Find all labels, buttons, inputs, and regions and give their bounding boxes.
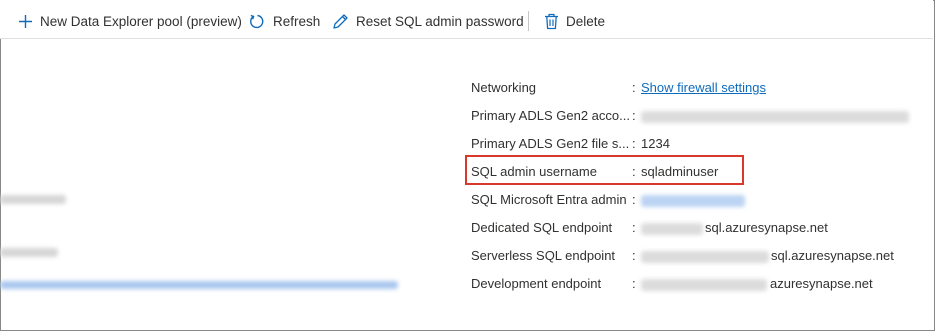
reset-sql-admin-password-label: Reset SQL admin password (356, 13, 524, 29)
redacted-endpoint-prefix (641, 279, 767, 291)
separator: : (632, 276, 636, 291)
dedicated-sql-endpoint-label: Dedicated SQL endpoint (471, 220, 613, 235)
new-data-explorer-pool-button[interactable]: New Data Explorer pool (preview) (18, 10, 242, 32)
separator: : (632, 164, 636, 179)
serverless-sql-endpoint-label: Serverless SQL endpoint (471, 248, 616, 263)
development-endpoint-value: azuresynapse.net (770, 276, 873, 291)
toolbar-divider (528, 11, 529, 31)
networking-label: Networking (471, 80, 537, 95)
redacted-adls-account-value (641, 111, 909, 123)
separator: : (632, 192, 636, 207)
command-bar: New Data Explorer pool (preview) Refresh… (0, 0, 933, 39)
separator: : (632, 108, 636, 123)
serverless-sql-endpoint-value: sql.azuresynapse.net (771, 248, 894, 263)
separator: : (632, 220, 636, 235)
sql-admin-username-label: SQL admin username (471, 164, 597, 179)
primary-adls-account-label: Primary ADLS Gen2 acco... (471, 108, 630, 123)
redacted-endpoint-prefix (641, 251, 769, 263)
refresh-button[interactable]: Refresh (249, 10, 320, 32)
primary-adls-file-system-label: Primary ADLS Gen2 file s... (471, 136, 630, 151)
delete-button[interactable]: Delete (544, 10, 605, 32)
sql-entra-admin-label: SQL Microsoft Entra admin (471, 192, 627, 207)
trash-icon (544, 13, 559, 30)
show-firewall-settings-link[interactable]: Show firewall settings (641, 80, 766, 95)
reset-sql-admin-password-button[interactable]: Reset SQL admin password (332, 10, 524, 32)
pencil-icon (332, 13, 349, 30)
adls-file-system-value: 1234 (641, 136, 670, 151)
redacted-entra-admin-link[interactable] (641, 195, 745, 207)
dedicated-sql-endpoint-value: sql.azuresynapse.net (705, 220, 828, 235)
plus-icon (18, 14, 33, 29)
redacted-left-value (0, 248, 58, 257)
separator: : (632, 248, 636, 263)
redacted-endpoint-prefix (641, 223, 703, 235)
sql-admin-username-value: sqladminuser (641, 164, 719, 179)
refresh-label: Refresh (273, 13, 321, 29)
separator: : (632, 80, 636, 95)
redacted-left-value (0, 195, 66, 204)
separator: : (632, 136, 636, 151)
new-data-explorer-pool-label: New Data Explorer pool (preview) (40, 13, 242, 29)
redacted-left-link[interactable] (0, 281, 398, 289)
delete-label: Delete (566, 13, 606, 29)
development-endpoint-label: Development endpoint (471, 276, 602, 291)
refresh-icon (249, 13, 266, 30)
